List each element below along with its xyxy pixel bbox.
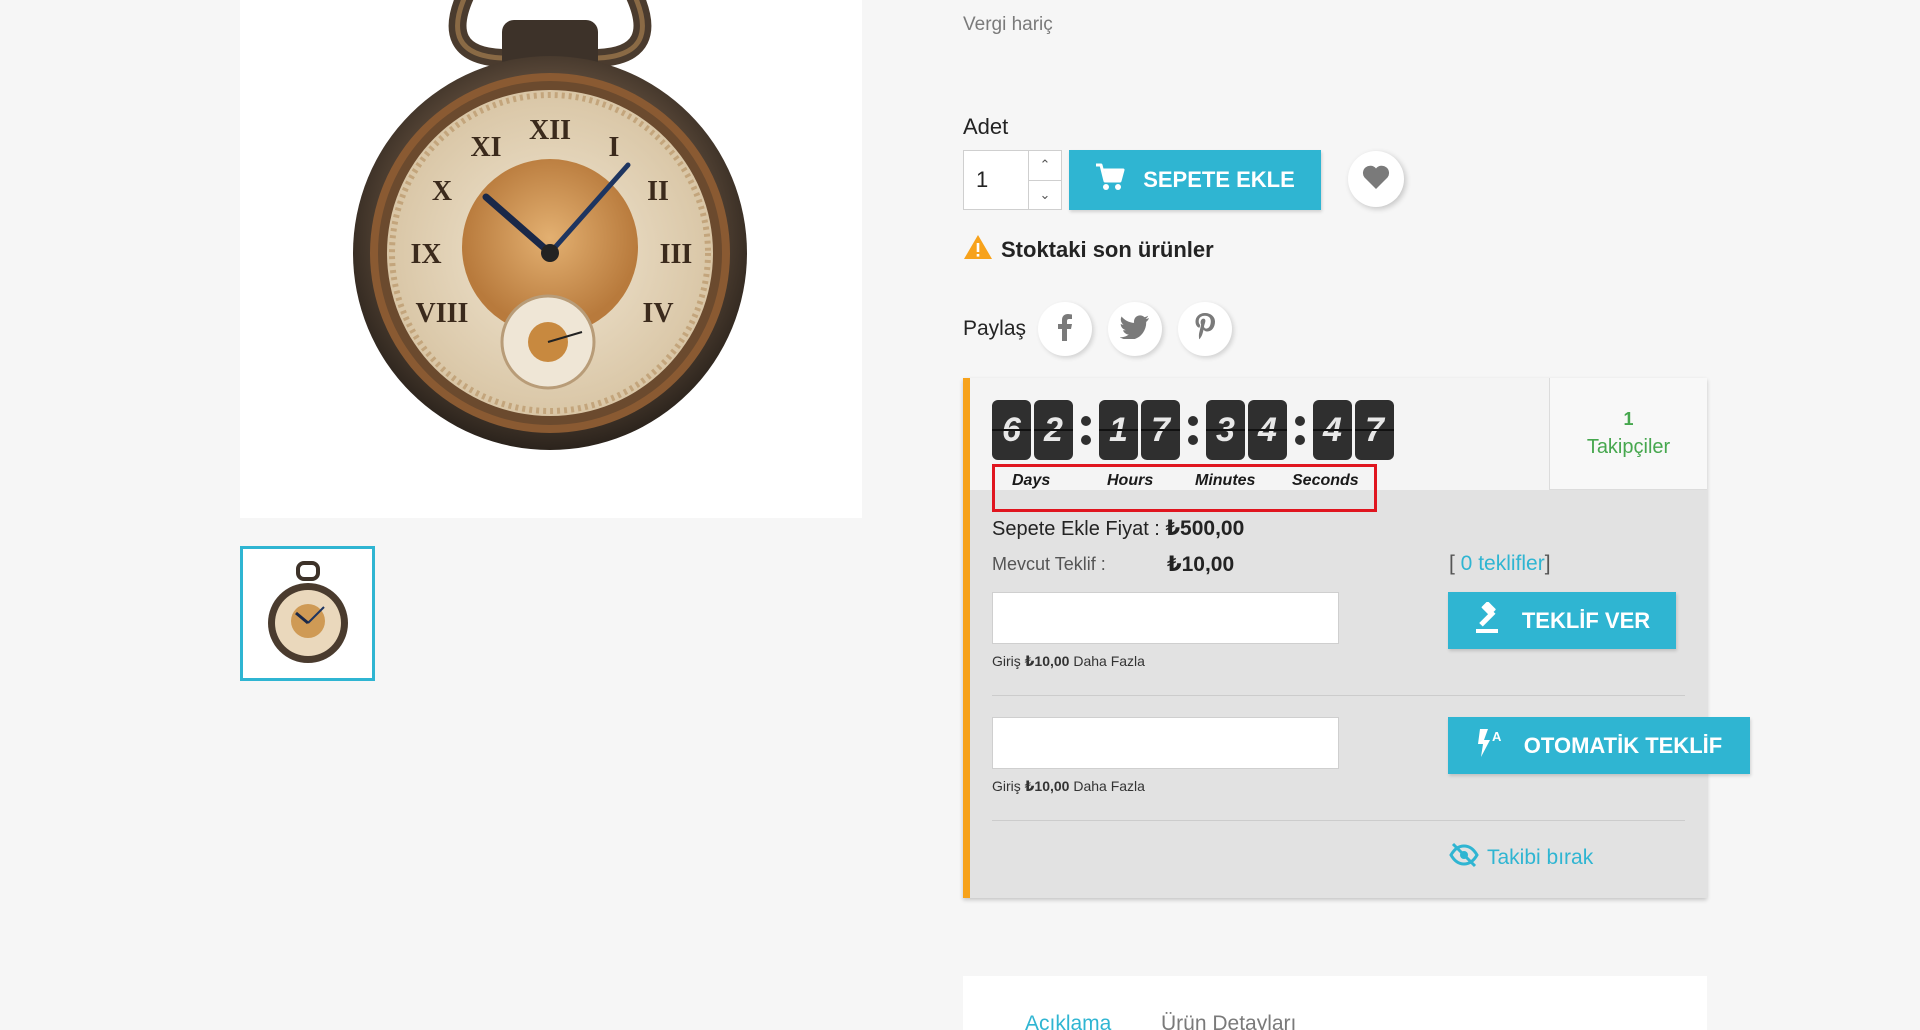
minutes-label: Minutes bbox=[1195, 472, 1256, 489]
pinterest-icon bbox=[1194, 312, 1216, 347]
warning-icon bbox=[963, 234, 993, 266]
gavel-icon bbox=[1474, 600, 1506, 640]
followers-count: 1 bbox=[1623, 408, 1634, 429]
quantity-input[interactable] bbox=[964, 151, 1028, 209]
heart-icon bbox=[1362, 164, 1390, 195]
svg-text:VIII: VIII bbox=[416, 298, 469, 329]
unfollow-link[interactable]: Takibi bırak bbox=[1449, 842, 1593, 874]
followers-box: 1 Takipçiler bbox=[1549, 378, 1707, 490]
countdown-separator bbox=[1183, 400, 1203, 460]
place-bid-button[interactable]: TEKLİF VER bbox=[1448, 592, 1676, 649]
current-bid-value: ₺10,00 bbox=[1167, 553, 1235, 576]
product-tabs: Açıklama Ürün Detayları bbox=[963, 976, 1707, 1030]
countdown-digit: 4 bbox=[1313, 400, 1352, 460]
svg-text:X: X bbox=[432, 176, 452, 207]
days-label: Days bbox=[1012, 472, 1051, 489]
bid-hint-prefix: Giriş bbox=[992, 653, 1021, 669]
facebook-icon bbox=[1057, 313, 1073, 346]
product-main-image: XII I II III IV VIII IX X XI bbox=[240, 0, 862, 518]
divider bbox=[992, 820, 1685, 821]
countdown-separator bbox=[1290, 400, 1310, 460]
countdown-digit: 1 bbox=[1099, 400, 1138, 460]
share-facebook-button[interactable] bbox=[1038, 302, 1093, 356]
quantity-down-button[interactable]: ⌄ bbox=[1029, 179, 1061, 210]
bid-hint-suffix: Daha Fazla bbox=[1073, 653, 1145, 669]
buy-now-price: ₺500,00 bbox=[1165, 517, 1245, 540]
bid-hint: Giriş ₺10,00 Daha Fazla bbox=[992, 653, 1145, 670]
countdown-timer: 6 2 1 7 3 4 4 7 bbox=[992, 400, 1397, 460]
product-thumbnail[interactable] bbox=[240, 546, 375, 681]
share-label: Paylaş bbox=[963, 317, 1027, 340]
followers-label: Takipçiler bbox=[1586, 435, 1671, 458]
bids-count-text: 0 teklifler bbox=[1454, 552, 1545, 575]
auto-bid-icon: A bbox=[1476, 727, 1508, 765]
bid-hint-suffix: Daha Fazla bbox=[1073, 778, 1145, 794]
hours-label: Hours bbox=[1107, 472, 1154, 489]
add-to-cart-button[interactable]: SEPETE EKLE bbox=[1069, 150, 1321, 210]
svg-text:IV: IV bbox=[642, 298, 673, 329]
svg-text:XII: XII bbox=[529, 115, 571, 146]
auto-bid-amount-input[interactable] bbox=[992, 717, 1339, 769]
quantity-stepper: ⌃ ⌄ bbox=[963, 150, 1062, 210]
bid-hint-prefix: Giriş bbox=[992, 778, 1021, 794]
quantity-up-button[interactable]: ⌃ bbox=[1029, 151, 1061, 180]
countdown-digit: 7 bbox=[1141, 400, 1180, 460]
bid-amount-input[interactable] bbox=[992, 592, 1339, 644]
current-bid-label: Mevcut Teklif : bbox=[992, 554, 1106, 574]
tab-description[interactable]: Açıklama bbox=[1025, 1012, 1111, 1030]
quantity-label: Adet bbox=[963, 114, 1009, 139]
chevron-down-icon: ⌄ bbox=[1039, 186, 1051, 202]
bids-count-link[interactable]: [ 0 teklifler] bbox=[1449, 552, 1551, 576]
share-pinterest-button[interactable] bbox=[1178, 302, 1233, 356]
svg-text:A: A bbox=[1492, 729, 1502, 744]
eye-slash-icon bbox=[1449, 842, 1479, 874]
countdown-digit: 7 bbox=[1355, 400, 1394, 460]
tab-product-details[interactable]: Ürün Detayları bbox=[1161, 1012, 1296, 1030]
place-bid-label: TEKLİF VER bbox=[1521, 607, 1651, 633]
auto-bid-hint: Giriş ₺10,00 Daha Fazla bbox=[992, 778, 1145, 795]
stock-message: Stoktaki son ürünler bbox=[1001, 237, 1214, 262]
svg-text:I: I bbox=[609, 132, 620, 163]
seconds-label: Seconds bbox=[1292, 472, 1359, 489]
svg-text:III: III bbox=[660, 239, 693, 270]
auto-bid-button[interactable]: A OTOMATİK TEKLİF bbox=[1448, 717, 1750, 774]
countdown-digit: 4 bbox=[1248, 400, 1287, 460]
auto-bid-label: OTOMATİK TEKLİF bbox=[1523, 732, 1723, 758]
countdown-separator bbox=[1076, 400, 1096, 460]
wishlist-button[interactable] bbox=[1348, 151, 1404, 207]
countdown-digit: 3 bbox=[1206, 400, 1245, 460]
share-twitter-button[interactable] bbox=[1108, 302, 1163, 356]
bid-hint-amount: ₺10,00 bbox=[1024, 653, 1070, 669]
unfollow-label: Takibi bırak bbox=[1487, 846, 1594, 869]
bid-hint-amount: ₺10,00 bbox=[1024, 778, 1070, 794]
buy-now-price-row: Sepete Ekle Fiyat : ₺500,00 bbox=[992, 516, 1244, 541]
countdown-digit: 6 bbox=[992, 400, 1031, 460]
cart-icon bbox=[1095, 163, 1125, 197]
divider bbox=[992, 695, 1685, 696]
svg-text:IX: IX bbox=[410, 239, 441, 270]
share-row: Paylaş bbox=[963, 302, 1248, 356]
svg-text:II: II bbox=[647, 176, 669, 207]
buy-now-label: Sepete Ekle Fiyat : bbox=[992, 518, 1160, 540]
bracket-close: ] bbox=[1544, 552, 1551, 575]
chevron-up-icon: ⌃ bbox=[1039, 157, 1051, 173]
twitter-icon bbox=[1119, 314, 1150, 344]
tax-label: Vergi hariç bbox=[963, 14, 1053, 35]
auction-panel: 1 Takipçiler 6 2 1 7 3 4 4 7 Days Hours … bbox=[963, 378, 1750, 898]
stock-warning: Stoktaki son ürünler bbox=[963, 234, 1214, 266]
svg-text:XI: XI bbox=[470, 132, 501, 163]
countdown-digit: 2 bbox=[1034, 400, 1073, 460]
add-to-cart-label: SEPETE EKLE bbox=[1143, 167, 1295, 192]
